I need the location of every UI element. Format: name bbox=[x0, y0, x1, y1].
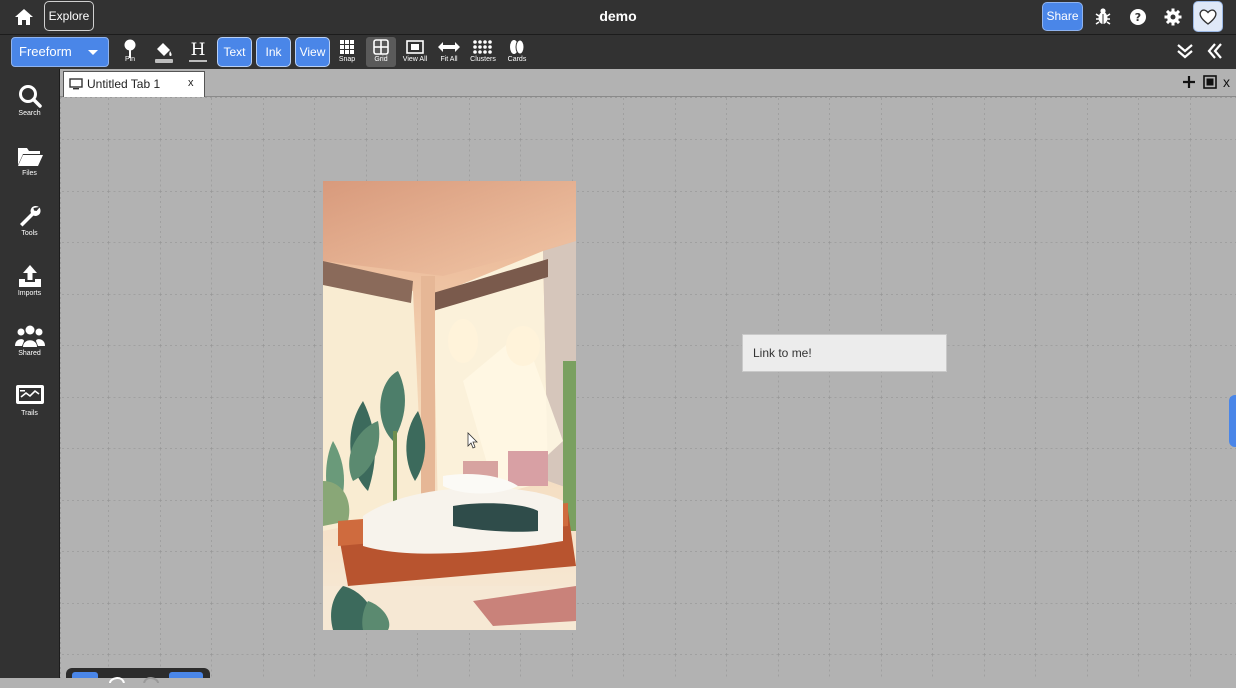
cards-button[interactable]: Cards bbox=[502, 37, 532, 67]
undo-redo-bar bbox=[66, 668, 210, 684]
sidebar-item-tools[interactable]: Tools bbox=[0, 203, 59, 249]
grid-button[interactable]: Grid bbox=[366, 37, 396, 67]
sidebar-item-label: Files bbox=[22, 170, 37, 177]
sidebar-item-label: Shared bbox=[18, 350, 41, 357]
close-pane-button[interactable]: x bbox=[1223, 74, 1230, 90]
text-mode-button[interactable]: Text bbox=[217, 37, 252, 67]
sidebar-item-label: Imports bbox=[17, 290, 42, 297]
tab-strip: Untitled Tab 1 x x bbox=[60, 69, 1236, 97]
explore-button[interactable]: Explore bbox=[44, 1, 94, 31]
users-icon bbox=[14, 325, 45, 347]
double-chevron-left-icon bbox=[1207, 43, 1222, 59]
sidebar-item-shared[interactable]: Shared bbox=[0, 323, 59, 369]
svg-text:H: H bbox=[191, 40, 206, 60]
search-icon bbox=[18, 85, 42, 108]
question-circle-icon[interactable]: ? bbox=[1127, 6, 1149, 28]
wrench-icon bbox=[19, 205, 41, 227]
monitor-icon bbox=[69, 78, 83, 90]
chevron-down-icon bbox=[88, 50, 98, 55]
mode-select[interactable]: Freeform bbox=[11, 37, 109, 67]
snap-button[interactable]: Snap bbox=[332, 37, 362, 67]
folder-icon bbox=[17, 148, 43, 166]
upload-icon bbox=[18, 265, 41, 287]
sidebar-item-label: Tools bbox=[21, 230, 38, 237]
bedroom-illustration bbox=[323, 181, 576, 630]
collapse-panel-button[interactable] bbox=[1200, 39, 1230, 69]
plus-icon bbox=[1183, 76, 1195, 88]
ink-mode-button[interactable]: Ink bbox=[256, 37, 291, 67]
bottom-right-button[interactable] bbox=[169, 672, 203, 678]
home-icon[interactable] bbox=[13, 6, 35, 28]
canvas-grid bbox=[60, 97, 1236, 678]
top-bar: Explore demo Share ? bbox=[0, 0, 1236, 35]
sidebar: Search Files Tools Imports Shared Trails bbox=[0, 69, 60, 678]
pin-label: Pin bbox=[124, 56, 136, 63]
tab-title: Untitled Tab 1 bbox=[87, 77, 161, 91]
fit-all-button[interactable]: Fit All bbox=[434, 37, 464, 67]
gear-icon[interactable] bbox=[1162, 6, 1184, 28]
presentation-icon bbox=[15, 385, 44, 404]
double-chevron-down-icon bbox=[1177, 44, 1193, 59]
sidebar-item-files[interactable]: Files bbox=[0, 143, 59, 189]
tab-untitled-1[interactable]: Untitled Tab 1 x bbox=[63, 71, 205, 97]
bug-icon[interactable] bbox=[1092, 6, 1114, 28]
undo-icon[interactable] bbox=[106, 670, 128, 684]
bottom-left-button[interactable] bbox=[72, 672, 98, 678]
snap-grid-icon bbox=[340, 40, 354, 54]
dots-grid-icon bbox=[473, 40, 492, 54]
maximize-tab-button[interactable] bbox=[1203, 75, 1217, 89]
add-tab-button[interactable] bbox=[1181, 74, 1197, 90]
collapse-toolbar-button[interactable] bbox=[1170, 39, 1200, 69]
sidebar-item-label: Trails bbox=[21, 410, 38, 417]
tab-close-button[interactable]: x bbox=[188, 77, 194, 89]
mode-select-value: Freeform bbox=[19, 44, 72, 59]
horizontal-arrows-icon bbox=[438, 42, 460, 52]
view-mode-button[interactable]: View bbox=[295, 37, 330, 67]
heart-icon bbox=[1199, 9, 1217, 25]
heading-button[interactable]: H bbox=[183, 37, 213, 67]
heading-icon: H bbox=[189, 40, 207, 62]
clusters-button[interactable]: Clusters bbox=[468, 37, 498, 67]
redo-icon[interactable] bbox=[140, 670, 162, 684]
text-note[interactable]: Link to me! bbox=[742, 334, 947, 372]
cards-icon bbox=[510, 39, 525, 55]
heart-button[interactable] bbox=[1193, 1, 1223, 32]
cards-label: Cards bbox=[507, 56, 527, 63]
share-button[interactable]: Share bbox=[1042, 2, 1083, 31]
view-all-button[interactable]: View All bbox=[400, 37, 430, 67]
freeform-canvas[interactable]: Link to me! bbox=[60, 97, 1236, 678]
view-all-icon bbox=[406, 40, 424, 54]
sidebar-item-label: Search bbox=[18, 110, 41, 117]
pin-button[interactable]: Pin bbox=[115, 37, 145, 67]
bedroom-image[interactable] bbox=[323, 181, 576, 630]
toolbar: Freeform Pin H Text Ink View Snap Grid V… bbox=[0, 35, 1236, 69]
grid-icon bbox=[373, 39, 389, 55]
properties-panel-handle[interactable] bbox=[1229, 395, 1236, 447]
sidebar-item-search[interactable]: Search bbox=[0, 83, 59, 129]
sidebar-item-trails[interactable]: Trails bbox=[0, 383, 59, 429]
svg-text:?: ? bbox=[1135, 11, 1141, 24]
sidebar-item-imports[interactable]: Imports bbox=[0, 263, 59, 309]
fill-color-button[interactable] bbox=[149, 37, 179, 67]
maximize-icon bbox=[1203, 75, 1217, 89]
paint-bucket-icon bbox=[155, 43, 173, 63]
